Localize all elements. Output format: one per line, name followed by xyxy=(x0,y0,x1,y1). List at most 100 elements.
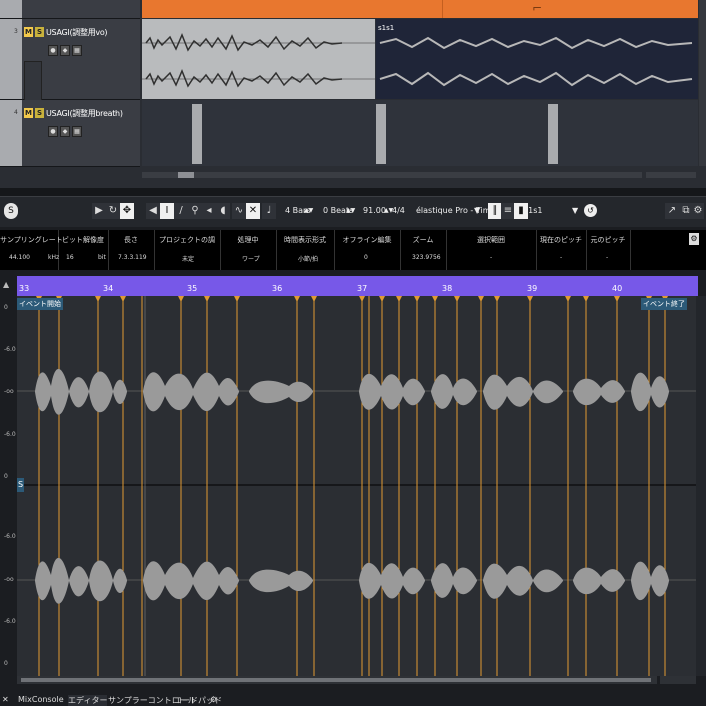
db-label: 0 xyxy=(4,473,8,480)
audition-tool-icon[interactable]: ◖ xyxy=(216,203,230,219)
info-time-format[interactable]: 時間表示形式 小節/拍 xyxy=(276,230,335,270)
gear-icon[interactable]: ⚙ xyxy=(692,203,704,219)
audio-event-selected[interactable] xyxy=(142,19,375,99)
follow-icon[interactable]: ↺ xyxy=(584,204,597,217)
zone-divider[interactable] xyxy=(0,188,706,196)
signature-field[interactable]: 4/4 xyxy=(392,204,405,218)
editor-zoom-slider[interactable] xyxy=(660,676,696,684)
mute-button[interactable]: M xyxy=(24,27,33,37)
ruler-end-marker[interactable] xyxy=(692,276,698,296)
snap-icon[interactable]: ∥ xyxy=(488,203,502,219)
info-length[interactable]: 長さ 7.3.3.119 xyxy=(108,230,155,270)
breath-event[interactable] xyxy=(376,104,386,164)
read-automation-icon[interactable]: ● xyxy=(48,126,58,137)
range-tool-icon[interactable]: I xyxy=(160,203,174,219)
arrange-v-scrollbar[interactable] xyxy=(699,0,706,166)
scrub-tool-icon[interactable]: ◂ xyxy=(202,203,216,219)
track-name: USAGI(調整用breath) xyxy=(46,109,123,118)
event-start-label[interactable]: イベント開始 xyxy=(17,298,63,310)
bar-number: 35 xyxy=(187,284,198,293)
musical-mode-icon[interactable]: ♩ xyxy=(262,203,276,219)
waveform-canvas xyxy=(17,296,696,676)
zoom-tool-icon[interactable]: ⚲ xyxy=(188,203,202,219)
db-label: -6.0 xyxy=(4,533,16,540)
speaker-icon[interactable]: ◀ xyxy=(146,203,160,219)
tab-editor[interactable]: エディター xyxy=(68,695,108,706)
sample-start-handle[interactable]: S xyxy=(17,478,24,492)
editor-v-scrollbar[interactable] xyxy=(696,296,706,676)
db-label: -6.0 xyxy=(4,346,16,353)
tempo-field[interactable]: 91.00 xyxy=(363,204,386,218)
track-lane-breath[interactable] xyxy=(142,100,698,166)
bar-number: 36 xyxy=(272,284,283,293)
track-lane-vo[interactable]: s1s1 xyxy=(142,19,698,99)
split-tool-icon[interactable]: ✕ xyxy=(246,203,260,219)
bars-stepper[interactable]: ▲▼ xyxy=(304,204,313,218)
tab-mixconsole[interactable]: MixConsole xyxy=(18,695,64,704)
algorithm-select[interactable]: élastique Pro - Time xyxy=(416,204,495,218)
orange-part[interactable]: ⌐ xyxy=(142,0,698,18)
db-label: -oo xyxy=(4,388,14,395)
play-icon[interactable]: ▶ xyxy=(92,203,106,219)
breath-event[interactable] xyxy=(548,104,558,164)
bar-number: 40 xyxy=(612,284,623,293)
beats-stepper[interactable]: ▲▼ xyxy=(346,204,355,218)
info-selection[interactable]: 選択範囲 - xyxy=(446,230,537,270)
info-zoom[interactable]: ズーム 323.9756 xyxy=(400,230,447,270)
db-label: -6.0 xyxy=(4,431,16,438)
track-header-breath[interactable]: 4 M S USAGI(調整用breath) ● ◆ ▦ xyxy=(0,100,140,167)
track-header-top xyxy=(0,0,140,19)
pencil-tool-icon[interactable]: / xyxy=(174,203,188,219)
grid-icon[interactable]: ≡ xyxy=(501,203,515,219)
editor-settings-icon[interactable]: S xyxy=(4,203,18,219)
track-color-strip xyxy=(0,19,22,99)
waveform-event-1 xyxy=(142,33,375,88)
info-current-pitch[interactable]: 現在のピッチ - xyxy=(536,230,587,270)
info-processing[interactable]: 処理中 ワープ xyxy=(220,230,277,270)
inline-marker: ⌐ xyxy=(532,1,543,15)
close-icon[interactable]: ✕ xyxy=(2,695,9,704)
chevron-down-icon[interactable]: ▼ xyxy=(572,204,578,218)
event-label: s1s1 xyxy=(378,24,395,32)
db-label: 0 xyxy=(4,660,8,667)
track-number: 4 xyxy=(14,109,18,116)
move-tool-icon[interactable]: ✥ xyxy=(120,203,134,219)
solo-button[interactable]: S xyxy=(35,108,44,118)
write-automation-icon[interactable]: ◆ xyxy=(60,45,70,56)
zoom-slider[interactable] xyxy=(646,172,696,178)
arrange-h-scrollbar[interactable] xyxy=(142,172,642,178)
track-header-vo[interactable]: 3 M S USAGI(調整用vo) ● ◆ ▦ xyxy=(0,19,140,101)
arrange-window: ⌐ 3 M S USAGI(調整用vo) ● ◆ ▦ s1s1 4 M S US… xyxy=(0,0,706,188)
info-offline-edit[interactable]: オフライン編集 0 xyxy=(334,230,401,270)
event-select[interactable]: s1s1 xyxy=(524,204,578,218)
gear-icon[interactable]: ⚙ xyxy=(210,695,217,704)
edit-instrument-icon[interactable]: ▦ xyxy=(72,45,82,56)
loop-icon[interactable]: ↻ xyxy=(106,203,120,219)
window-layout-icon[interactable]: ⧉ xyxy=(679,203,693,219)
db-label: -oo xyxy=(4,576,14,583)
chevron-down-icon[interactable]: ▼ xyxy=(474,204,480,218)
info-project-key[interactable]: プロジェクトの調 未定 xyxy=(154,230,221,270)
info-settings-icon[interactable]: ⚙ xyxy=(689,233,699,245)
bar-ruler[interactable]: 33 34 35 36 37 38 39 40 xyxy=(17,276,696,296)
edit-instrument-icon[interactable]: ▦ xyxy=(72,126,82,137)
editor-h-scrollbar[interactable] xyxy=(17,676,657,684)
info-sample-rate[interactable]: サンプリングレート 44.100 kHz xyxy=(0,230,63,270)
bar-number: 38 xyxy=(442,284,453,293)
event-end-label[interactable]: イベント終了 xyxy=(641,298,687,310)
warp-tool-icon[interactable]: ∿ xyxy=(232,203,246,219)
bar-number: 37 xyxy=(357,284,368,293)
waveform-display[interactable]: 0 -6.0 -oo -6.0 0 -6.0 -oo -6.0 0 イベント開始… xyxy=(4,296,696,676)
track-number: 3 xyxy=(14,28,18,35)
mute-button[interactable]: M xyxy=(24,108,33,118)
audio-event-2[interactable]: s1s1 xyxy=(376,19,698,99)
bar-number: 34 xyxy=(103,284,114,293)
expand-icon[interactable]: ↗ xyxy=(665,203,679,219)
solo-button[interactable]: S xyxy=(35,27,44,37)
info-original-pitch[interactable]: 元のピッチ - xyxy=(586,230,631,270)
breath-event[interactable] xyxy=(192,104,202,164)
read-automation-icon[interactable]: ● xyxy=(48,45,58,56)
info-bit-depth[interactable]: ビット解像度 16 bit xyxy=(58,230,109,270)
write-automation-icon[interactable]: ◆ xyxy=(60,126,70,137)
track-color-strip xyxy=(0,100,22,166)
